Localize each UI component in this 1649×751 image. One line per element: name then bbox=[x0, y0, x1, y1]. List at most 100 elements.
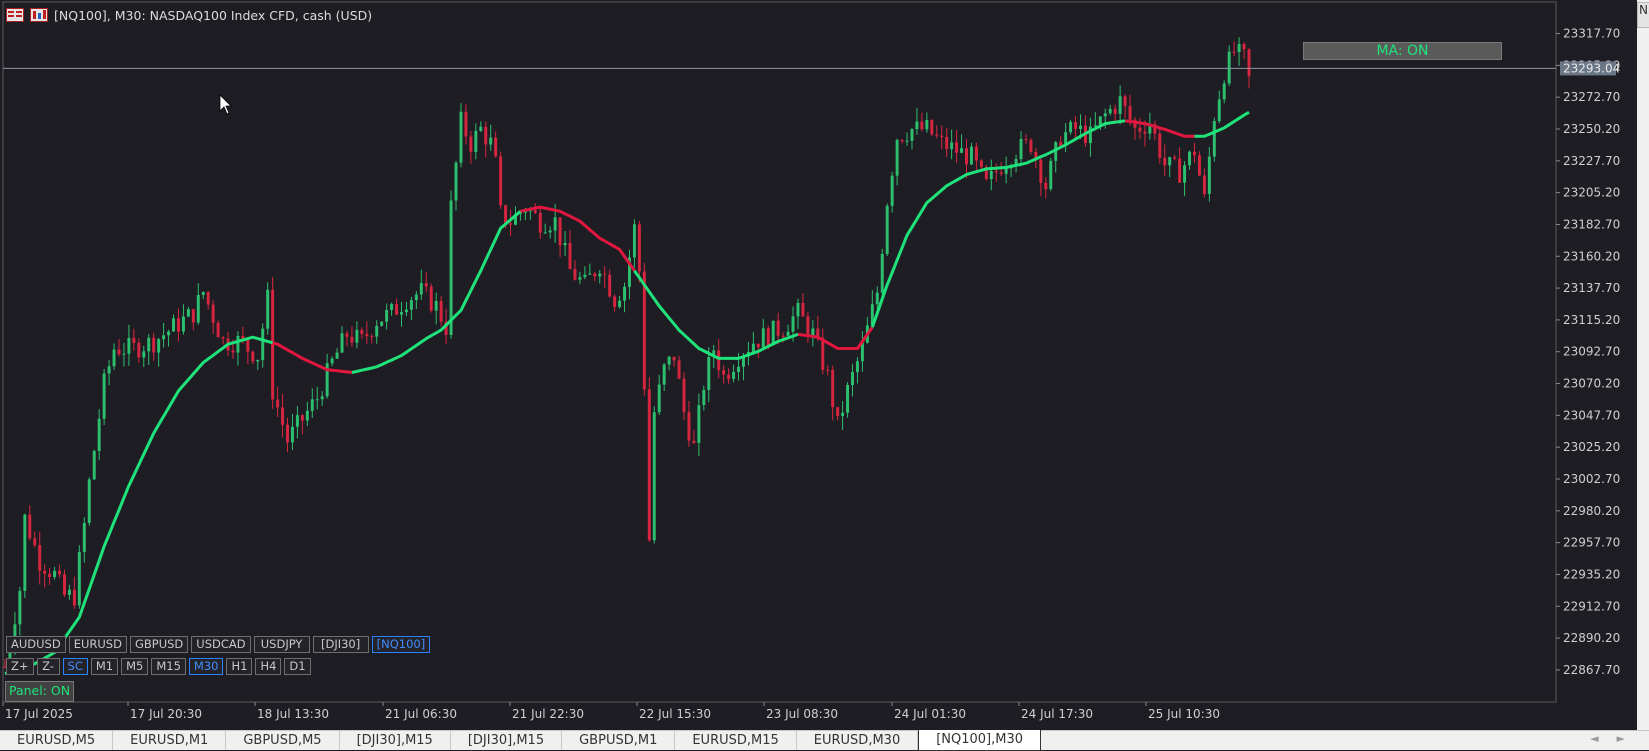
candle-body bbox=[1113, 108, 1117, 114]
price-tick-label: 23070.20 bbox=[1563, 377, 1620, 391]
candle-body bbox=[474, 130, 478, 152]
candle-body bbox=[459, 111, 463, 163]
candle-body bbox=[603, 273, 607, 275]
tab-dji30-m15-2[interactable]: [DJI30],M15 bbox=[451, 731, 563, 750]
scroll-left-icon[interactable]: ◄ bbox=[1590, 732, 1598, 745]
candle-body bbox=[142, 351, 146, 358]
candle-body bbox=[409, 300, 413, 310]
chart-area[interactable]: 23317.7023295.2023272.7023250.2023227.70… bbox=[0, 0, 1649, 730]
candle-body bbox=[687, 412, 691, 441]
symbol-button-eurusd[interactable]: EURUSD bbox=[68, 636, 127, 653]
tab-nq100-m30[interactable]: [NQ100],M30 bbox=[918, 730, 1042, 751]
candle-body bbox=[880, 253, 884, 293]
candle-body bbox=[295, 415, 299, 427]
candle-body bbox=[390, 304, 394, 311]
tf-button-h4[interactable]: H4 bbox=[255, 658, 282, 675]
candle-body bbox=[568, 242, 572, 270]
tab-eurusd-m15[interactable]: EURUSD,M15 bbox=[675, 731, 797, 750]
price-tick-label: 23047.70 bbox=[1563, 408, 1620, 422]
ma-toggle-button[interactable]: MA: ON bbox=[1303, 42, 1502, 60]
candle-body bbox=[152, 337, 156, 353]
symbol-button-usdjpy[interactable]: USDJPY bbox=[253, 636, 310, 653]
candle-body bbox=[538, 212, 542, 233]
zoom-in-button[interactable]: Z+ bbox=[6, 658, 34, 675]
symbol-button-audusd[interactable]: AUDUSD bbox=[6, 636, 66, 653]
symbol-button-nq100[interactable]: [NQ100] bbox=[371, 636, 431, 653]
tf-button-h1[interactable]: H1 bbox=[226, 658, 253, 675]
candle-body bbox=[682, 378, 686, 413]
candle-body bbox=[216, 322, 220, 338]
candle-body bbox=[434, 300, 438, 311]
candle-body bbox=[102, 373, 106, 419]
candle-body bbox=[553, 217, 557, 231]
candle-body bbox=[776, 320, 780, 336]
tf-button-d1[interactable]: D1 bbox=[284, 658, 311, 675]
candle-body bbox=[955, 142, 959, 153]
candle-body bbox=[836, 407, 840, 417]
candle-body bbox=[583, 274, 587, 278]
candle-body bbox=[965, 148, 968, 165]
price-tick-label: 23227.70 bbox=[1563, 154, 1620, 168]
candle-body bbox=[1197, 155, 1201, 176]
candle-body bbox=[608, 274, 612, 297]
time-tick-label: 24 Jul 17:30 bbox=[1021, 707, 1093, 721]
candle-body bbox=[831, 370, 835, 408]
candle-body bbox=[365, 333, 369, 337]
candle-body bbox=[1128, 106, 1132, 120]
candle-body bbox=[672, 356, 676, 361]
candle-body bbox=[1227, 51, 1231, 84]
time-tick-label: 21 Jul 22:30 bbox=[512, 707, 584, 721]
candle-body bbox=[1079, 125, 1082, 130]
candle-body bbox=[940, 135, 944, 137]
price-tick-label: 22912.70 bbox=[1563, 599, 1620, 613]
candle-body bbox=[112, 349, 116, 367]
candle-body bbox=[771, 320, 775, 346]
time-tick-label: 24 Jul 01:30 bbox=[894, 707, 966, 721]
scroll-right-icon[interactable]: ► bbox=[1617, 732, 1625, 745]
tab-eurusd-m1[interactable]: EURUSD,M1 bbox=[113, 731, 227, 750]
candle-body bbox=[1237, 43, 1241, 53]
candle-body bbox=[196, 295, 200, 323]
candle-body bbox=[900, 139, 904, 142]
candle-body bbox=[722, 370, 726, 375]
candle-body bbox=[454, 162, 458, 201]
symbol-button-gbpusd[interactable]: GBPUSD bbox=[129, 636, 189, 653]
candle-body bbox=[246, 340, 250, 352]
candle-body bbox=[623, 286, 627, 301]
tab-gbpusd-m5[interactable]: GBPUSD,M5 bbox=[226, 731, 340, 750]
candle-body bbox=[826, 369, 830, 371]
candle-body bbox=[395, 304, 399, 315]
candle-body bbox=[563, 242, 567, 246]
candle-body bbox=[707, 356, 711, 390]
candle-body bbox=[781, 335, 785, 337]
tab-eurusd-m30[interactable]: EURUSD,M30 bbox=[797, 731, 919, 750]
candle-body bbox=[117, 349, 121, 355]
symbol-button-usdcad[interactable]: USDCAD bbox=[191, 636, 251, 653]
next-window-peek[interactable]: N bbox=[1637, 2, 1649, 28]
price-tick-label: 22935.20 bbox=[1563, 567, 1620, 581]
symbol-button-dji30[interactable]: [DJI30] bbox=[312, 636, 369, 653]
price-chart[interactable]: 23317.7023295.2023272.7023250.2023227.70… bbox=[0, 0, 1649, 730]
scroll-button[interactable]: SC bbox=[62, 658, 88, 675]
candle-body bbox=[737, 366, 740, 372]
candle-body bbox=[766, 328, 770, 346]
candle-body bbox=[157, 339, 161, 353]
tf-button-m5[interactable]: M5 bbox=[121, 658, 149, 675]
candle-body bbox=[107, 366, 111, 374]
candle-body bbox=[1178, 158, 1182, 183]
candle-body bbox=[176, 318, 180, 332]
tf-button-m15[interactable]: M15 bbox=[151, 658, 186, 675]
tf-button-m30[interactable]: M30 bbox=[188, 658, 224, 675]
candle-body bbox=[811, 328, 815, 336]
candle-body bbox=[890, 175, 894, 206]
tab-eurusd-m5[interactable]: EURUSD,M5 bbox=[0, 731, 114, 750]
tab-gbpusd-m1[interactable]: GBPUSD,M1 bbox=[562, 731, 676, 750]
candle-body bbox=[994, 170, 998, 173]
price-tick-label: 23205.20 bbox=[1563, 186, 1620, 200]
panel-toggle-button[interactable]: Panel: ON bbox=[5, 681, 75, 702]
candle-body bbox=[276, 399, 280, 408]
tab-dji30-m15[interactable]: [DJI30],M15 bbox=[340, 731, 451, 750]
candle-body bbox=[439, 300, 443, 322]
tf-button-m1[interactable]: M1 bbox=[90, 658, 119, 675]
zoom-out-button[interactable]: Z- bbox=[36, 658, 60, 675]
